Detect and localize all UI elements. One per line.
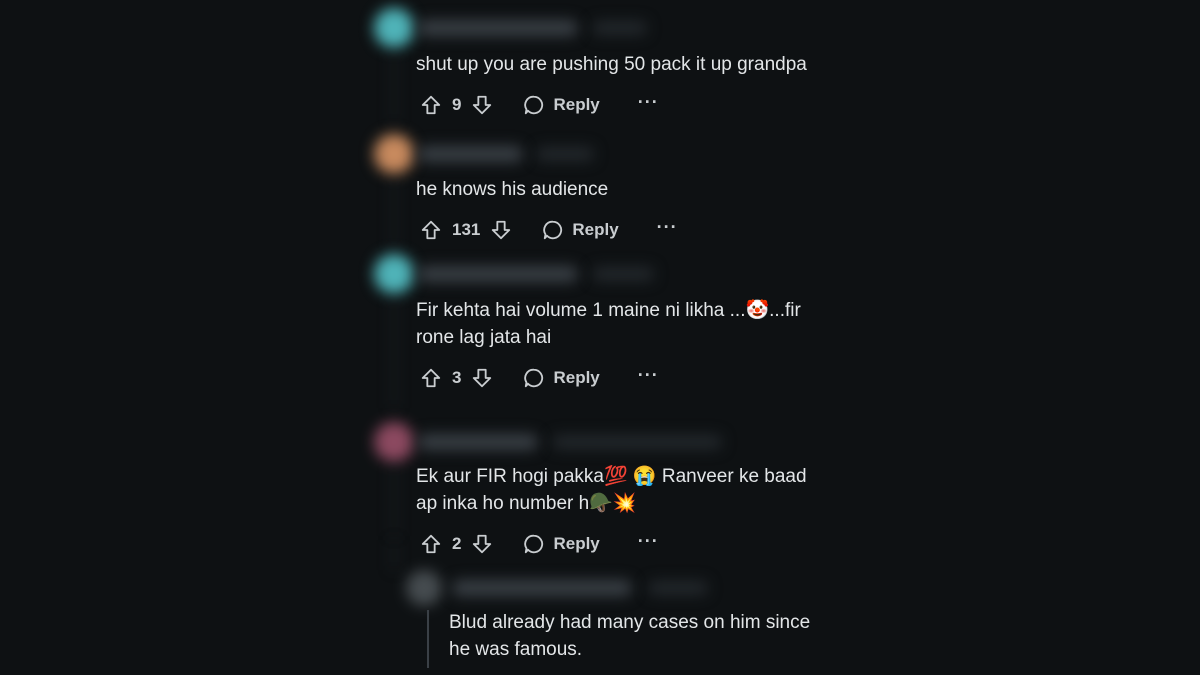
more-options-icon[interactable]: ···	[638, 93, 659, 117]
comment-body: he knows his audience	[416, 179, 609, 200]
username-blurred[interactable]	[418, 434, 538, 450]
thread-line[interactable]	[393, 298, 395, 408]
reply-button[interactable]: Reply	[523, 94, 600, 116]
reply-label: Reply	[572, 220, 619, 239]
vote-score: 131	[452, 220, 481, 239]
timestamp-blurred	[648, 581, 708, 595]
comment-feed: shut up you are pushing 50 pack it up gr…	[0, 0, 1200, 675]
vote-score: 9	[452, 95, 462, 114]
comment-actions: 131 Reply ···	[418, 215, 678, 245]
comment-actions: 9 Reply ···	[418, 90, 659, 120]
upvote-icon[interactable]	[418, 531, 444, 557]
comment-bubble-icon	[543, 220, 563, 240]
thread-line[interactable]	[393, 178, 395, 248]
reply-body: Blud already had many cases on him since…	[449, 612, 811, 660]
avatar[interactable]	[374, 134, 414, 174]
username-blurred[interactable]	[418, 266, 578, 282]
vote-score: 3	[452, 368, 462, 387]
avatar[interactable]	[406, 570, 442, 606]
comment-body: shut up you are pushing 50 pack it up gr…	[416, 54, 807, 75]
comment-actions: 3 Reply ···	[418, 363, 659, 393]
avatar[interactable]	[374, 422, 414, 462]
comment-bubble-icon	[524, 368, 544, 388]
more-options-icon[interactable]: ···	[638, 366, 659, 390]
comment-bubble-icon	[524, 534, 544, 554]
timestamp-blurred	[536, 147, 594, 161]
comment-body: Ek aur FIR hogi pakka💯 😭 Ranveer ke baad…	[416, 466, 807, 514]
downvote-icon[interactable]	[488, 217, 514, 243]
upvote-icon[interactable]	[418, 92, 444, 118]
reply-button[interactable]: Reply	[523, 367, 600, 389]
comment-body: Fir kehta hai volume 1 maine ni likha ..…	[416, 300, 801, 348]
thread-line[interactable]	[393, 52, 395, 122]
downvote-icon[interactable]	[469, 531, 495, 557]
thread-line[interactable]	[393, 466, 395, 536]
username-blurred[interactable]	[452, 580, 632, 596]
reply-label: Reply	[553, 95, 600, 114]
thread-line[interactable]	[393, 540, 395, 570]
reply-button[interactable]: Reply	[523, 533, 600, 555]
vote-score: 2	[452, 534, 462, 553]
reply-thread-rule[interactable]	[427, 610, 429, 668]
reply-label: Reply	[553, 534, 600, 553]
username-blurred[interactable]	[418, 146, 523, 162]
downvote-icon[interactable]	[469, 92, 495, 118]
comment-bubble-icon	[524, 95, 544, 115]
more-options-icon[interactable]: ···	[657, 218, 678, 242]
upvote-icon[interactable]	[418, 217, 444, 243]
downvote-icon[interactable]	[469, 365, 495, 391]
avatar[interactable]	[374, 8, 414, 48]
reply-button[interactable]: Reply	[542, 219, 619, 241]
timestamp-blurred	[592, 21, 647, 35]
more-options-icon[interactable]: ···	[638, 532, 659, 556]
username-blurred[interactable]	[418, 20, 578, 36]
avatar[interactable]	[374, 254, 414, 294]
timestamp-blurred	[552, 435, 722, 449]
upvote-icon[interactable]	[418, 365, 444, 391]
comment-actions: 2 Reply ···	[418, 529, 659, 559]
reply-label: Reply	[553, 368, 600, 387]
timestamp-blurred	[592, 267, 654, 281]
